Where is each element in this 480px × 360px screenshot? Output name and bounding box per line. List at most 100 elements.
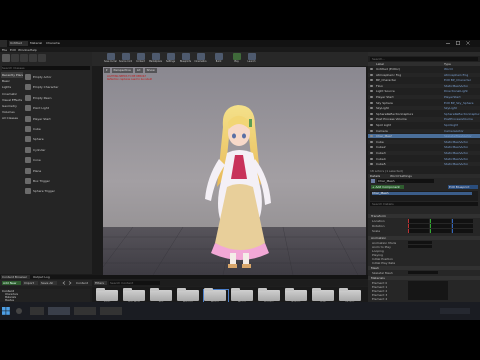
skeletal-mesh-picker[interactable] (408, 271, 438, 275)
outliner-row[interactable]: SkyLight SkyLight (368, 106, 480, 111)
actor-name-field[interactable]: Char_Mesh (377, 179, 434, 183)
taskbar-app[interactable] (100, 307, 122, 315)
outliner-row[interactable]: Player Start PlayerStart (368, 95, 480, 100)
tab-level[interactable]: Untitled (9, 41, 28, 46)
tab-details[interactable]: Details (370, 174, 380, 178)
add-new-button[interactable]: Add New (2, 281, 21, 285)
play-button[interactable]: Play (230, 53, 243, 65)
category-all-classes[interactable]: All Classes (1, 115, 23, 121)
maximize-icon[interactable] (456, 41, 460, 45)
anim-asset-picker[interactable] (408, 245, 432, 249)
path-breadcrumb[interactable]: Content (76, 281, 88, 285)
component-root[interactable]: Char_Mesh (372, 192, 472, 196)
outliner-row[interactable]: Cube4 StaticMeshActor (368, 157, 480, 161)
taskbar-app[interactable] (30, 307, 44, 315)
placeable-item[interactable]: Box Trigger (24, 176, 90, 186)
source-control-button[interactable]: Source Control (119, 53, 132, 65)
outliner-row[interactable]: Char_Mesh SkeletalMeshActor (368, 134, 480, 139)
visibility-eye-icon[interactable] (370, 96, 373, 98)
visibility-eye-icon[interactable] (370, 84, 373, 87)
forward-arrow-icon[interactable] (68, 281, 72, 285)
paint-mode-icon[interactable] (11, 54, 19, 62)
visibility-eye-icon[interactable] (370, 124, 373, 126)
outliner-row[interactable]: Cube StaticMeshActor (368, 139, 480, 144)
label-column-header[interactable]: Label (376, 62, 384, 66)
section-transform[interactable]: Transform (368, 214, 480, 218)
visibility-eye-icon[interactable] (370, 140, 373, 143)
class-search-input[interactable]: Search Classes (2, 66, 90, 70)
details-search-input[interactable]: Search Details (370, 202, 478, 206)
settings-button[interactable]: Settings (164, 53, 177, 65)
start-icon[interactable] (2, 307, 10, 315)
outliner-row[interactable]: Light Source DirectionalLight (368, 89, 480, 93)
visibility-eye-icon[interactable] (370, 90, 373, 93)
visibility-eye-icon[interactable] (370, 107, 373, 110)
outliner-row[interactable]: Atmospheric Fog AtmosphericFog (368, 72, 480, 77)
visibility-eye-icon[interactable] (370, 163, 373, 166)
outliner-row[interactable]: Floor StaticMeshActor (368, 83, 480, 88)
outliner-row[interactable]: Spot Light SpotLight (368, 123, 480, 127)
visibility-eye-icon[interactable] (370, 112, 373, 115)
outliner-row[interactable]: SphereReflectionCapture SphereReflectionC… (368, 112, 480, 116)
placeable-item[interactable]: Sphere (24, 134, 90, 144)
section-materials[interactable]: Materials (368, 276, 480, 280)
transform-vector-fields[interactable] (408, 219, 474, 233)
placeable-item[interactable]: Cone (24, 155, 90, 165)
section-mesh[interactable]: Mesh (368, 266, 480, 270)
visibility-eye-icon[interactable] (370, 101, 373, 104)
placeable-item[interactable]: Point Light (24, 103, 90, 113)
edit-blueprint-button[interactable]: Edit Blueprint (448, 185, 478, 189)
visibility-eye-icon[interactable] (370, 146, 373, 149)
visibility-eye-icon[interactable] (370, 152, 373, 154)
visibility-eye-icon[interactable] (370, 73, 373, 76)
save-all-button[interactable]: Save All (40, 281, 57, 285)
placeable-item[interactable]: Player Start (24, 114, 90, 124)
outliner-row[interactable]: BP_Character Edit BP_Character (368, 78, 480, 82)
build-button[interactable]: Build (212, 53, 225, 65)
outliner-row[interactable]: Cube5 StaticMeshActor (368, 162, 480, 167)
save-button[interactable]: Save Current (104, 53, 117, 65)
placeable-item[interactable]: Empty Character (24, 82, 90, 92)
taskbar-app[interactable] (74, 307, 96, 315)
visibility-eye-icon[interactable] (370, 79, 373, 82)
outliner-row[interactable]: Post Process Volume PostProcessVolume (368, 117, 480, 122)
marketplace-button[interactable]: Marketplace (149, 53, 162, 65)
tab-world-settings[interactable]: World Settings (390, 174, 412, 178)
content-button[interactable]: Content (134, 53, 147, 65)
outliner-row[interactable]: Sky Sphere Edit BP_Sky_Sphere (368, 101, 480, 105)
import-button[interactable]: Import (23, 281, 38, 285)
visibility-eye-icon[interactable] (370, 129, 373, 132)
material-pickers[interactable] (408, 281, 448, 300)
placeable-item[interactable]: Cube (24, 124, 90, 134)
placeable-item[interactable]: Empty Pawn (24, 93, 90, 103)
cinematics-button[interactable]: Cinematics (194, 53, 207, 65)
placeable-item[interactable]: Plane (24, 166, 90, 176)
back-arrow-icon[interactable] (62, 281, 66, 285)
section-animation[interactable]: Animation (368, 236, 480, 240)
visibility-eye-icon[interactable] (370, 135, 373, 138)
blueprints-button[interactable]: Blueprints (179, 53, 192, 65)
content-search-input[interactable]: Search Content (109, 281, 160, 285)
animation-mode-dropdown[interactable] (408, 241, 432, 245)
tab-character[interactable]: Character (46, 41, 60, 46)
tab-material[interactable]: Material (30, 41, 44, 46)
search-icon[interactable] (16, 308, 22, 314)
visibility-eye-icon[interactable] (370, 118, 373, 121)
landscape-mode-icon[interactable] (20, 54, 28, 62)
outliner-search-input[interactable]: Search... (370, 57, 478, 61)
minimize-icon[interactable] (446, 41, 450, 45)
outliner-row[interactable]: Cube3 StaticMeshActor (368, 151, 480, 156)
visibility-eye-icon[interactable] (370, 157, 373, 160)
add-component-button[interactable]: + Add Component (371, 185, 404, 189)
placeable-item[interactable]: Sphere Trigger (24, 186, 90, 196)
tab-content-browser[interactable]: Content Browser (1, 275, 30, 279)
taskbar-app[interactable] (48, 307, 70, 315)
tab-output-log[interactable]: Output Log (32, 275, 51, 279)
visibility-eye-icon[interactable] (370, 68, 373, 70)
outliner-row[interactable]: Untitled (Editor) World (368, 67, 480, 71)
close-icon[interactable] (466, 41, 470, 45)
type-column-header[interactable]: Type (444, 62, 451, 66)
launch-button[interactable]: Launch (245, 53, 258, 65)
geometry-mode-icon[interactable] (38, 54, 46, 62)
outliner-row[interactable]: Camera CameraActor (368, 128, 480, 133)
